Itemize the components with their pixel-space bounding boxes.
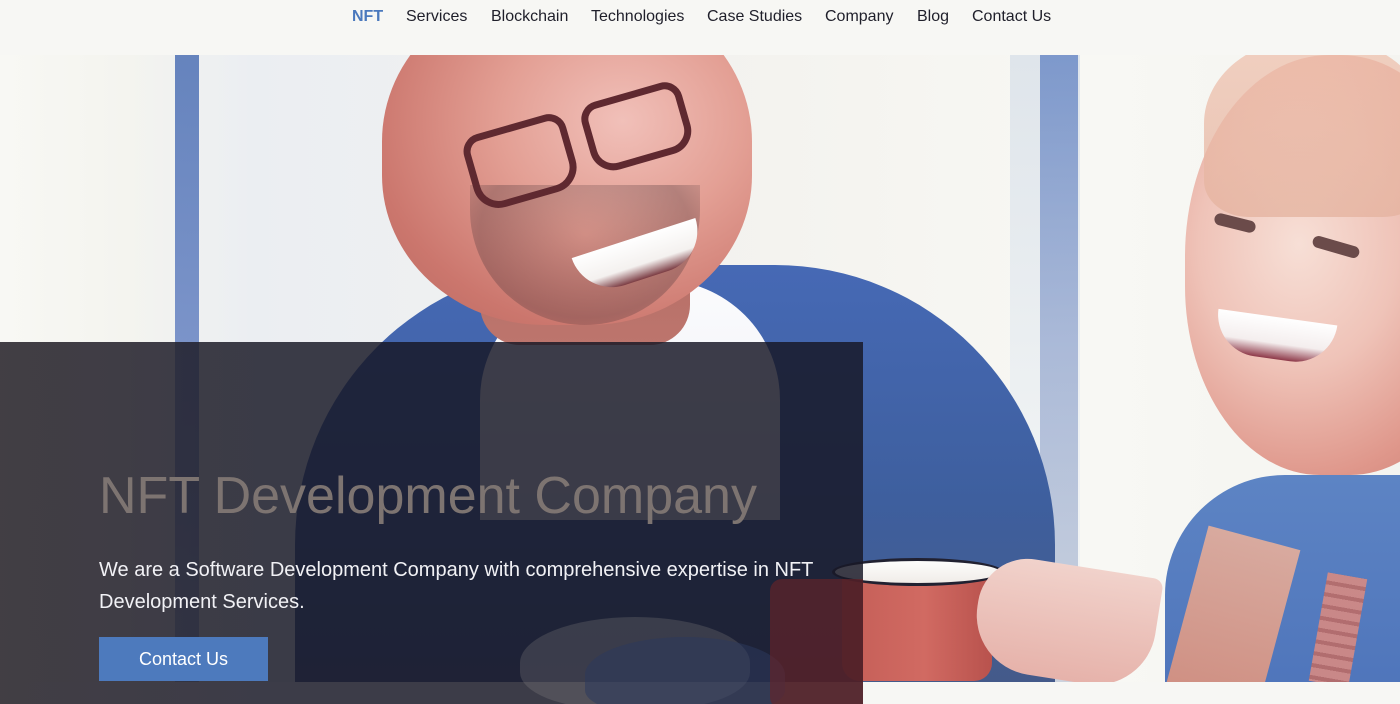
nav-item-nft[interactable]: NFT <box>352 7 383 27</box>
panel-image-mug <box>585 637 785 704</box>
nav-item-company[interactable]: Company <box>825 7 893 27</box>
nav-item-services[interactable]: Services <box>406 7 467 27</box>
nav-item-blog[interactable]: Blog <box>917 7 949 27</box>
top-navigation: NFT Services Blockchain Technologies Cas… <box>0 0 1400 55</box>
nav-item-case-studies[interactable]: Case Studies <box>707 7 802 27</box>
hero-subtitle: We are a Software Development Company wi… <box>99 559 814 613</box>
nav-item-contact-us[interactable]: Contact Us <box>972 7 1051 27</box>
page: NFT Services Blockchain Technologies Cas… <box>0 0 1400 704</box>
woman-hair <box>1204 55 1400 217</box>
contact-us-button[interactable]: Contact Us <box>99 637 268 681</box>
nav-item-blockchain[interactable]: Blockchain <box>491 7 568 27</box>
nav-item-technologies[interactable]: Technologies <box>591 7 684 27</box>
hero-overlay-panel: NFT Development Company We are a Softwar… <box>0 342 863 704</box>
hero-title: NFT Development Company <box>99 467 757 525</box>
